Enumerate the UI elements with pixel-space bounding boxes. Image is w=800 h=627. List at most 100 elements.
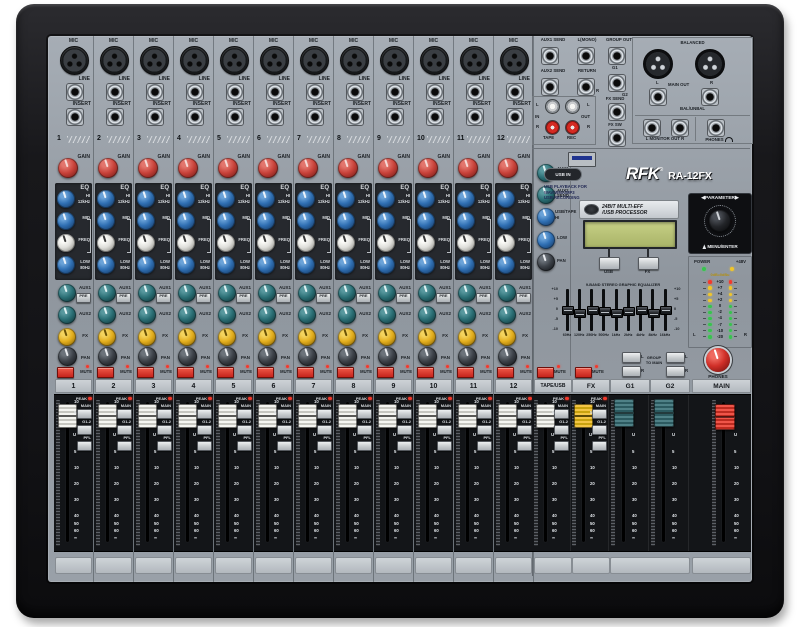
aux2-knob[interactable] — [378, 306, 396, 324]
eq-hi-knob[interactable] — [97, 190, 115, 208]
group-assign-button[interactable] — [437, 425, 452, 435]
eq-low-knob[interactable] — [137, 256, 155, 274]
gain-knob[interactable] — [178, 158, 198, 178]
pre-button[interactable]: PRE — [196, 293, 211, 303]
aux2-knob[interactable] — [58, 306, 76, 324]
gain-knob[interactable] — [138, 158, 158, 178]
eq-freq-knob[interactable] — [257, 234, 275, 252]
eq-hi-knob[interactable] — [377, 190, 395, 208]
eq-low-knob[interactable] — [497, 256, 515, 274]
g1-to-main-l-button[interactable] — [622, 352, 641, 363]
pan-knob[interactable] — [98, 347, 117, 366]
pan-knob[interactable] — [178, 347, 197, 366]
pre-button[interactable]: PRE — [436, 293, 451, 303]
eq-hi-knob[interactable] — [457, 190, 475, 208]
pfl-button[interactable] — [477, 441, 492, 451]
eq-freq-knob[interactable] — [137, 234, 155, 252]
aux1-knob[interactable] — [58, 284, 76, 302]
tape-low-knob[interactable] — [537, 231, 555, 249]
pan-knob[interactable] — [218, 347, 237, 366]
main-assign-button[interactable] — [197, 409, 212, 419]
eq-mid-knob[interactable] — [177, 212, 195, 230]
mute-button[interactable] — [257, 367, 274, 378]
pre-button[interactable]: PRE — [156, 293, 171, 303]
eq-freq-knob[interactable] — [417, 234, 435, 252]
pfl-button[interactable] — [554, 441, 569, 451]
eq-freq-knob[interactable] — [217, 234, 235, 252]
pre-button[interactable]: PRE — [516, 293, 531, 303]
aux2-knob[interactable] — [338, 306, 356, 324]
fx-knob[interactable] — [418, 328, 436, 346]
pre-button[interactable]: PRE — [276, 293, 291, 303]
gain-knob[interactable] — [338, 158, 358, 178]
eq-freq-knob[interactable] — [497, 234, 515, 252]
group-assign-button[interactable] — [117, 425, 132, 435]
mute-button[interactable] — [457, 367, 474, 378]
gain-knob[interactable] — [258, 158, 278, 178]
main-assign-button[interactable] — [157, 409, 172, 419]
main-assign-button[interactable] — [357, 409, 372, 419]
eq-mid-knob[interactable] — [297, 212, 315, 230]
pfl-button[interactable] — [317, 441, 332, 451]
pfl-button[interactable] — [357, 441, 372, 451]
pan-knob[interactable] — [378, 347, 397, 366]
main-fader[interactable] — [715, 404, 735, 430]
pan-knob[interactable] — [338, 347, 357, 366]
main-assign-button[interactable] — [77, 409, 92, 419]
mute-button[interactable] — [97, 367, 114, 378]
eq-hi-knob[interactable] — [217, 190, 235, 208]
gain-knob[interactable] — [418, 158, 438, 178]
eq-low-knob[interactable] — [417, 256, 435, 274]
mute-button[interactable] — [497, 367, 514, 378]
pfl-button[interactable] — [117, 441, 132, 451]
tape-usb-mute-button[interactable] — [537, 367, 554, 378]
group-assign-button[interactable] — [477, 425, 492, 435]
pan-knob[interactable] — [58, 347, 77, 366]
eq-mid-knob[interactable] — [257, 212, 275, 230]
pfl-button[interactable] — [592, 441, 607, 451]
channel-fader[interactable] — [218, 404, 237, 428]
eq-freq-knob[interactable] — [97, 234, 115, 252]
eq-low-knob[interactable] — [297, 256, 315, 274]
aux1-knob[interactable] — [298, 284, 316, 302]
fx-knob[interactable] — [338, 328, 356, 346]
tape-pan-knob[interactable] — [537, 253, 555, 271]
channel-fader[interactable] — [58, 404, 77, 428]
eq-mid-knob[interactable] — [337, 212, 355, 230]
fx-knob[interactable] — [378, 328, 396, 346]
gain-knob[interactable] — [98, 158, 118, 178]
geq-slider[interactable] — [648, 309, 660, 318]
eq-hi-knob[interactable] — [137, 190, 155, 208]
pre-button[interactable]: PRE — [236, 293, 251, 303]
channel-fader[interactable] — [178, 404, 197, 428]
aux2-knob[interactable] — [178, 306, 196, 324]
main-assign-button[interactable] — [277, 409, 292, 419]
group-assign-button[interactable] — [397, 425, 412, 435]
main-assign-button[interactable] — [517, 409, 532, 419]
gain-knob[interactable] — [378, 158, 398, 178]
group-assign-button[interactable] — [592, 425, 607, 435]
g1-to-main-r-button[interactable] — [622, 366, 641, 377]
fx-knob[interactable] — [98, 328, 116, 346]
aux1-knob[interactable] — [178, 284, 196, 302]
pan-knob[interactable] — [138, 347, 157, 366]
fx-knob[interactable] — [178, 328, 196, 346]
gain-knob[interactable] — [498, 158, 518, 178]
fx-knob[interactable] — [218, 328, 236, 346]
phones-level-knob[interactable] — [706, 348, 730, 372]
fx-knob[interactable] — [58, 328, 76, 346]
group-assign-button[interactable] — [554, 425, 569, 435]
g1-fader[interactable] — [614, 399, 634, 427]
pan-knob[interactable] — [418, 347, 437, 366]
tape-usb-fader[interactable] — [536, 404, 555, 428]
channel-fader[interactable] — [458, 404, 477, 428]
eq-mid-knob[interactable] — [497, 212, 515, 230]
aux2-knob[interactable] — [258, 306, 276, 324]
pre-button[interactable]: PRE — [76, 293, 91, 303]
gain-knob[interactable] — [458, 158, 478, 178]
group-assign-button[interactable] — [317, 425, 332, 435]
geq-slider[interactable] — [587, 306, 599, 315]
pfl-button[interactable] — [237, 441, 252, 451]
channel-fader[interactable] — [138, 404, 157, 428]
pfl-button[interactable] — [277, 441, 292, 451]
